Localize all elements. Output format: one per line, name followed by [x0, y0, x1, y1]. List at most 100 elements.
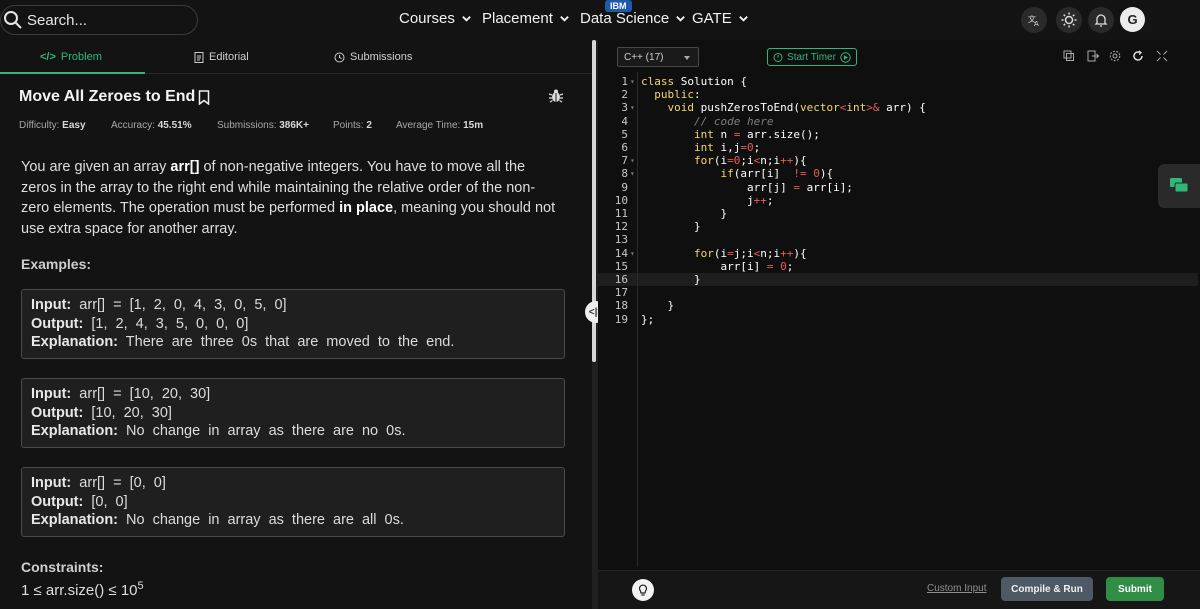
constraints-heading: Constraints: [21, 559, 104, 575]
code-line[interactable]: 7 ▾ for(i=0;i<n;i++){ [598, 154, 1198, 167]
code-line[interactable]: 6 int i,j=0; [598, 141, 1198, 154]
fold-chevron-icon[interactable]: ▾ [630, 167, 635, 180]
fold-chevron-icon[interactable]: ▾ [630, 154, 635, 167]
chevron-down-icon [676, 16, 686, 22]
explanation-label: Explanation: [31, 423, 119, 439]
bookmark-icon[interactable] [198, 89, 210, 105]
code-line[interactable]: 5 int n = arr.size(); [598, 128, 1198, 141]
code-line[interactable]: 10 j++; [598, 194, 1198, 207]
custom-input-link[interactable]: Custom Input [927, 583, 986, 594]
desc-arr: arr[] [170, 159, 200, 175]
search-input[interactable] [27, 11, 187, 29]
bell-icon[interactable] [1088, 7, 1114, 33]
bug-report-icon[interactable] [548, 88, 564, 104]
line-number: 3 [621, 101, 628, 115]
code-text: arr[i] = 0; [641, 259, 794, 273]
nav-courses[interactable]: Courses [399, 10, 472, 27]
avg-time-meta: Average Time: 15m [396, 120, 483, 131]
code-text: j++; [641, 193, 774, 207]
line-number: 10 [614, 193, 628, 207]
nav-data-science-label: Data Science [580, 10, 670, 27]
code-text: } [641, 299, 675, 313]
line-number: 19 [614, 312, 628, 326]
export-icon[interactable] [1087, 50, 1099, 62]
search-box[interactable] [0, 5, 198, 35]
example-explanation: No change in array as there are no 0s. [126, 423, 406, 439]
line-number: 16 [614, 273, 628, 286]
constraint-size: 1 ≤ arr.size() ≤ 105 [21, 580, 144, 599]
lightbulb-icon[interactable] [632, 579, 654, 601]
settings-icon[interactable] [1109, 50, 1121, 62]
copy-icon[interactable] [1063, 50, 1075, 62]
example-output: [1, 2, 4, 3, 5, 0, 0, 0] [91, 315, 249, 332]
translate-icon[interactable]: 文A [1021, 7, 1047, 33]
example-input: arr[] = [1, 2, 0, 4, 3, 0, 5, 0] [79, 297, 287, 313]
input-label: Input: [31, 386, 72, 402]
fullscreen-icon[interactable] [1156, 50, 1168, 62]
compile-run-button[interactable]: Compile & Run [1001, 577, 1093, 601]
reset-icon[interactable] [1132, 50, 1144, 62]
code-text: }; [641, 312, 655, 326]
code-line[interactable]: 12 } [598, 220, 1198, 233]
tab-problem[interactable]: </> Problem [40, 40, 102, 74]
difficulty-label: Difficulty: [19, 120, 60, 131]
tab-submissions[interactable]: Submissions [334, 40, 412, 74]
code-line[interactable]: 14 ▾ for(i=j;i<n;i++){ [598, 247, 1198, 260]
problem-panel: </> Problem Editorial Submissions Move A… [0, 40, 592, 609]
code-line[interactable]: 16 } [598, 273, 1198, 287]
fold-chevron-icon[interactable]: ▾ [630, 101, 635, 114]
fold-chevron-icon[interactable]: ▾ [630, 247, 635, 260]
nav-placement[interactable]: Placement [482, 10, 570, 27]
code-text: for(i=0;i<n;i++){ [693, 154, 807, 168]
fold-chevron-icon[interactable]: ▾ [630, 75, 635, 88]
difficulty-meta: Difficulty: Easy [19, 120, 86, 131]
submit-button[interactable]: Submit [1106, 577, 1164, 601]
tab-editorial[interactable]: Editorial [194, 40, 249, 74]
desc-inplace: in place [339, 200, 394, 216]
code-line[interactable]: 9 arr[j] = arr[i]; [598, 181, 1198, 194]
nav-data-science[interactable]: Data Science [580, 10, 686, 27]
top-navbar: Courses Placement IBM Data Science GATE … [0, 0, 1200, 40]
example-output: [10, 20, 30] [91, 404, 172, 421]
code-line[interactable]: 3 ▾ void pushZerosToEnd(vector<int>& arr)… [598, 101, 1198, 114]
explanation-label: Explanation: [31, 512, 119, 528]
theme-toggle-icon[interactable] [1056, 7, 1082, 33]
line-number: 4 [621, 114, 628, 128]
start-timer-button[interactable]: Start Timer [767, 48, 857, 66]
code-editor[interactable]: 1 ▾ class Solution {2 public: 3 ▾ void pushZ… [598, 72, 1200, 567]
code-line[interactable]: 1 ▾ class Solution { [598, 75, 1198, 88]
line-number: 17 [614, 286, 628, 300]
code-line[interactable]: 11 } [598, 207, 1198, 220]
points-label: Points: [333, 120, 364, 131]
line-number: 6 [621, 141, 628, 154]
nav-placement-label: Placement [482, 10, 553, 27]
code-line[interactable]: 4 // code here [598, 115, 1198, 128]
svg-text:A: A [1034, 20, 1039, 27]
code-line[interactable]: 15 arr[i] = 0; [598, 260, 1198, 273]
chevron-down-icon [684, 56, 690, 60]
code-line[interactable]: 18 } [598, 299, 1198, 312]
code-text: } [641, 220, 701, 234]
code-line[interactable]: 17 [598, 286, 1198, 299]
points-meta: Points: 2 [333, 120, 372, 131]
output-label: Output: [31, 493, 84, 510]
play-circle-icon [840, 51, 851, 63]
output-label: Output: [31, 404, 84, 421]
nav-gate[interactable]: GATE [692, 10, 749, 27]
chevron-down-icon [560, 16, 569, 22]
submissions-meta: Submissions: 386K+ [217, 120, 309, 131]
code-line[interactable]: 8 ▾ if(arr[i] != 0){ [598, 167, 1198, 180]
avatar[interactable]: G [1120, 7, 1145, 32]
example-box: Input: arr[] = [1, 2, 0, 4, 3, 0, 5, 0] … [21, 289, 565, 359]
problem-description: You are given an array arr[] of non-nega… [21, 157, 561, 239]
code-line[interactable]: 13 [598, 233, 1198, 246]
code-text: if(arr[i] != 0){ [720, 167, 834, 181]
chat-button[interactable] [1158, 164, 1200, 208]
chat-icon [1170, 178, 1189, 193]
gutter-divider [637, 72, 638, 567]
tab-submissions-label: Submissions [350, 51, 413, 63]
language-select[interactable]: C++ (17) [617, 47, 699, 67]
code-line[interactable]: 19}; [598, 313, 1198, 326]
line-number: 2 [621, 88, 628, 102]
code-line[interactable]: 2 public: [598, 88, 1198, 101]
